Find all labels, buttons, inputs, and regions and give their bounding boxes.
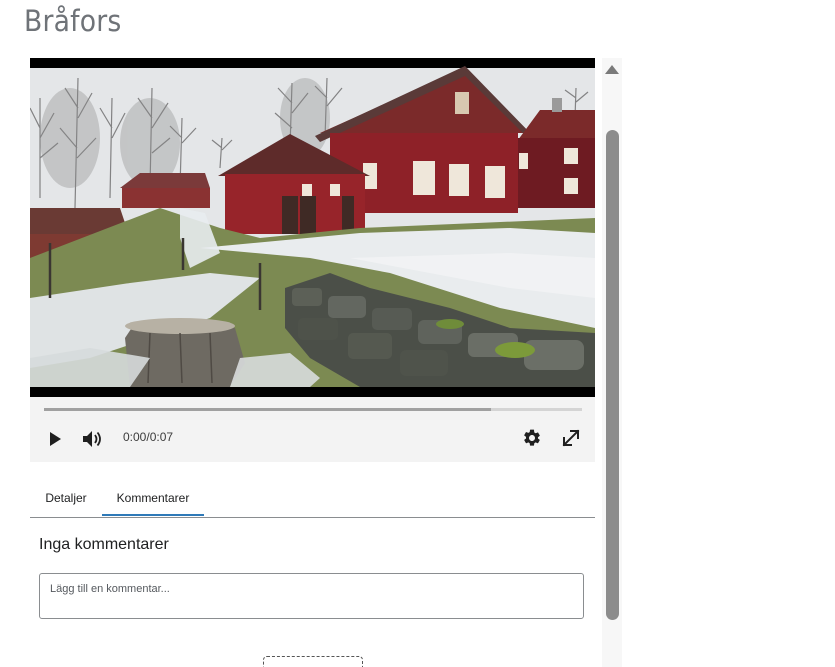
gear-icon [524, 429, 540, 446]
scroll-up-arrow-icon[interactable] [605, 65, 619, 74]
fullscreen-icon [562, 429, 580, 447]
volume-icon [83, 431, 101, 447]
video-player: 0:00/0:07 [30, 58, 595, 462]
play-icon [50, 432, 61, 446]
tab-comments[interactable]: Kommentarer [102, 484, 204, 516]
comment-input[interactable] [39, 573, 584, 619]
volume-button[interactable] [79, 425, 107, 453]
settings-button[interactable] [518, 424, 546, 452]
play-button[interactable] [41, 425, 69, 453]
tab-bar: Detaljer Kommentarer [30, 484, 595, 518]
player-controls: 0:00/0:07 [30, 397, 595, 462]
video-thumbnail [30, 58, 595, 397]
time-readout: 0:00/0:07 [123, 430, 174, 444]
fullscreen-button[interactable] [557, 424, 585, 452]
focus-outline-button[interactable] [263, 656, 363, 667]
scrollbar-thumb[interactable] [606, 130, 619, 620]
scrollbar[interactable] [602, 58, 622, 667]
video-frame[interactable] [30, 58, 595, 397]
media-panel: 0:00/0:07 Detaljer Kommentarer Inga komm… [0, 58, 622, 667]
seek-bar[interactable] [44, 408, 582, 411]
tab-details[interactable]: Detaljer [30, 484, 102, 516]
no-comments-text: Inga kommentarer [39, 536, 169, 553]
page-title: Bråfors [24, 4, 122, 38]
seek-buffered [44, 408, 491, 411]
